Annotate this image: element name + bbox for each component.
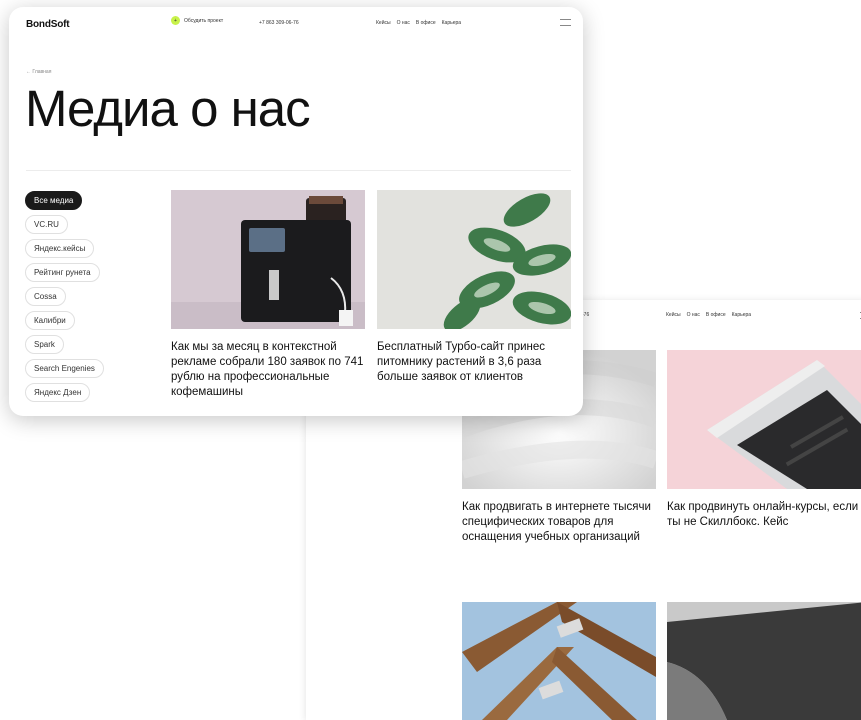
card-1-title[interactable]: Как мы за месяц в контекстной рекламе со… bbox=[171, 340, 369, 400]
logo[interactable]: BondSoft bbox=[26, 19, 70, 30]
back-top-menu: Кейсы О нас В офисе Карьера bbox=[666, 312, 751, 318]
filter-kalibri[interactable]: Калибри bbox=[25, 311, 75, 330]
filter-yandex-cases[interactable]: Яндекс.кейсы bbox=[25, 239, 95, 258]
back-card-2-image[interactable] bbox=[667, 350, 861, 489]
plus-icon: + bbox=[171, 16, 180, 25]
filter-yandex-dzen[interactable]: Яндекс Дзен bbox=[25, 383, 91, 402]
filter-vcru[interactable]: VC.RU bbox=[25, 215, 68, 234]
phone-number[interactable]: +7 863 309-06-76 bbox=[259, 20, 299, 26]
menu-cases[interactable]: Кейсы bbox=[376, 20, 391, 26]
back-phone: -76 bbox=[582, 312, 590, 318]
cta-label: Обсудить проект bbox=[184, 17, 224, 24]
divider bbox=[26, 170, 571, 171]
back-menu-about[interactable]: О нас bbox=[687, 312, 700, 318]
media-filters: Все медиа VC.RU Яндекс.кейсы Рейтинг рун… bbox=[25, 190, 165, 406]
back-menu-career[interactable]: Карьера bbox=[732, 312, 751, 318]
menu-career[interactable]: Карьера bbox=[442, 20, 461, 26]
back-card-4-image[interactable] bbox=[667, 602, 861, 720]
card-2-image[interactable] bbox=[377, 190, 571, 329]
filter-cossa[interactable]: Cossa bbox=[25, 287, 66, 306]
back-menu-office[interactable]: В офисе bbox=[706, 312, 726, 318]
filter-runet-rating[interactable]: Рейтинг рунета bbox=[25, 263, 100, 282]
discuss-project-button[interactable]: + Обсудить проект bbox=[171, 16, 223, 25]
filter-search-engenies[interactable]: Search Engenies bbox=[25, 359, 104, 378]
breadcrumb[interactable]: ← Главная bbox=[26, 69, 51, 75]
back-card-3-image[interactable] bbox=[462, 602, 656, 720]
card-1-image[interactable] bbox=[171, 190, 365, 329]
card-2-title[interactable]: Бесплатный Турбо-сайт принес питомнику р… bbox=[377, 340, 573, 385]
menu-about[interactable]: О нас bbox=[397, 20, 410, 26]
back-card-1-title[interactable]: Как продвигать в интернете тысячи специф… bbox=[462, 500, 660, 545]
back-menu-cases[interactable]: Кейсы bbox=[666, 312, 681, 318]
filter-spark[interactable]: Spark bbox=[25, 335, 64, 354]
top-menu: Кейсы О нас В офисе Карьера bbox=[376, 20, 461, 26]
page-title: Медиа о нас bbox=[25, 80, 311, 137]
menu-burger-icon[interactable] bbox=[560, 19, 571, 26]
menu-office[interactable]: В офисе bbox=[416, 20, 436, 26]
back-card-2-title[interactable]: Как продвинуть онлайн-курсы, если ты не … bbox=[667, 500, 861, 530]
front-page-screenshot: BondSoft + Обсудить проект +7 863 309-06… bbox=[9, 7, 583, 416]
filter-all-media[interactable]: Все медиа bbox=[25, 191, 83, 210]
